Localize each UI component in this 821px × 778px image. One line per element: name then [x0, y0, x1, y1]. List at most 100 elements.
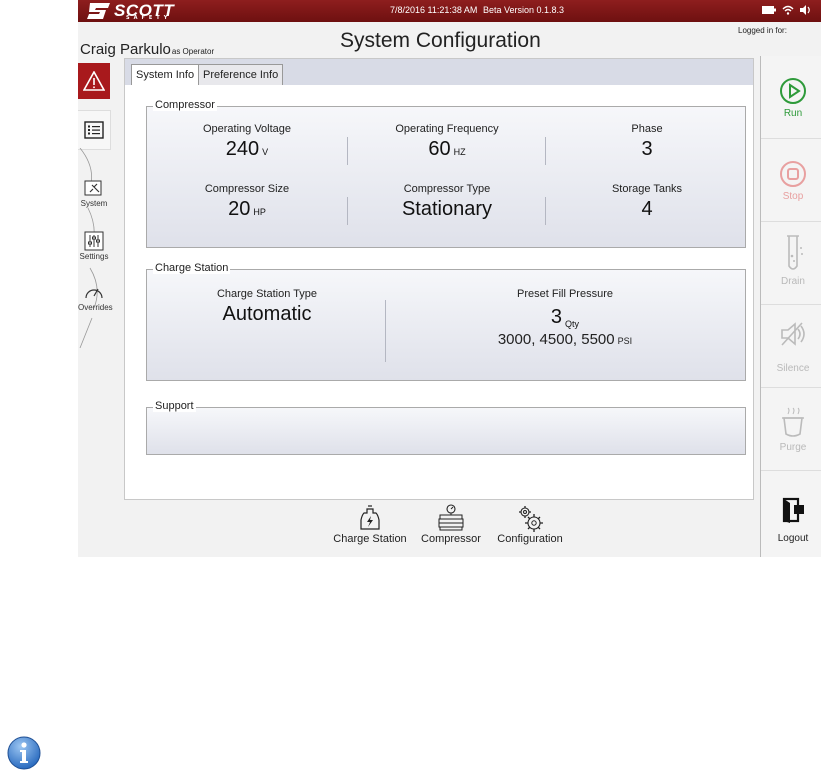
tab-system-info[interactable]: System Info: [131, 64, 200, 85]
speaker-icon: [800, 5, 810, 15]
charge-station-type-value: Automatic: [222, 303, 312, 325]
warning-icon: [83, 71, 105, 91]
operating-frequency-value-row: 60 HZ: [377, 138, 517, 161]
operating-voltage-value: 240: [225, 138, 260, 160]
logout-label: Logout: [777, 533, 809, 544]
support-group-title: Support: [153, 400, 196, 412]
run-label: Run: [783, 108, 803, 119]
stop-button[interactable]: Stop: [761, 139, 821, 222]
compressor-size-label: Compressor Size: [204, 183, 290, 195]
storage-tanks-label: Storage Tanks: [611, 183, 683, 195]
nav-item-label: Settings: [79, 252, 109, 261]
silence-button[interactable]: Silence: [761, 305, 821, 388]
system-status-icons: [762, 5, 812, 15]
bottom-nav-configuration[interactable]: Configuration: [490, 503, 570, 545]
operating-voltage-value-row: 240 V: [177, 138, 317, 161]
charge-station-type: Charge Station Type Automatic: [197, 288, 337, 326]
play-icon: [780, 78, 806, 104]
scott-safety-logo: SCOTT SAFETY: [86, 1, 174, 21]
bottom-nav-charge-station[interactable]: Charge Station: [330, 503, 410, 545]
alarm-button[interactable]: [78, 63, 110, 99]
compressor-icon: [438, 504, 464, 531]
purge-button[interactable]: Purge: [761, 388, 821, 471]
preset-values-row: 3000, 4500, 5500 PSI: [465, 331, 665, 348]
wifi-icon: [782, 5, 794, 15]
operating-frequency-unit: HZ: [453, 147, 466, 157]
preset-fill-pressure: Preset Fill Pressure 3 Qty 3000, 4500, 55…: [465, 288, 665, 348]
nav-item-system[interactable]: System: [78, 178, 110, 208]
gauge-icon: [85, 288, 103, 299]
preset-values: 3000, 4500, 5500: [497, 331, 615, 348]
test-tube-icon: [787, 235, 803, 270]
bottom-nav-label: Configuration: [497, 533, 563, 545]
compressor-size-value-row: 20 HP: [177, 198, 317, 221]
compressor-group: Compressor Operating Voltage 240 V Operat…: [146, 99, 746, 248]
logout-icon: [782, 497, 804, 523]
compressor-type: Compressor Type Stationary: [367, 183, 527, 221]
divider: [385, 300, 386, 362]
compressor-type-label: Compressor Type: [403, 183, 491, 195]
charge-station-icon: [360, 505, 380, 530]
operating-frequency-value: 60: [428, 138, 451, 160]
logged-in-label: Logged in for:: [738, 26, 787, 35]
version-text: Beta Version 0.1.8.3: [483, 5, 565, 15]
system-icon: [84, 180, 102, 196]
battery-icon: [762, 6, 776, 14]
content-panel: System Info Preference Info Compressor O…: [124, 58, 754, 500]
bottom-nav-label: Charge Station: [333, 533, 407, 545]
top-bar: SCOTT SAFETY 7/8/2016 11:21:38 AM Beta V…: [78, 0, 821, 22]
tab-preference-info[interactable]: Preference Info: [198, 64, 284, 85]
bottom-nav: Charge Station Compressor Configuration: [324, 503, 624, 555]
logout-button[interactable]: Logout: [761, 471, 821, 553]
operating-voltage-unit: V: [262, 147, 269, 157]
operating-voltage: Operating Voltage 240 V: [177, 123, 317, 161]
preset-qty-value: 3: [550, 306, 563, 328]
purge-label: Purge: [779, 442, 807, 453]
pot-icon: [782, 407, 804, 437]
run-button[interactable]: Run: [761, 56, 821, 139]
user-name: Craig Parkuloas Operator: [80, 41, 214, 58]
phase: Phase 3: [577, 123, 717, 161]
compressor-size: Compressor Size 20 HP: [177, 183, 317, 221]
preset-qty-unit: Qty: [565, 319, 580, 329]
brand-sub: SAFETY: [126, 15, 172, 21]
page-title: System Configuration: [340, 29, 541, 52]
nav-item-overrides[interactable]: Overrides: [78, 282, 113, 312]
right-action-bar: Run Stop Drain Silence Purge Logout: [760, 56, 821, 557]
nav-item-settings[interactable]: Settings: [78, 231, 110, 261]
nav-item-label: Overrides: [78, 303, 113, 312]
divider: [347, 137, 348, 165]
phase-value: 3: [641, 138, 653, 160]
compressor-group-title: Compressor: [153, 99, 217, 111]
storage-tanks: Storage Tanks 4: [577, 183, 717, 221]
compressor-size-value: 20: [228, 198, 251, 220]
user-role: as Operator: [171, 47, 215, 56]
speaker-mute-icon: [781, 322, 805, 346]
info-list-button[interactable]: [78, 110, 111, 150]
page-header: Craig Parkuloas Operator System Configur…: [78, 22, 821, 58]
operating-voltage-label: Operating Voltage: [202, 123, 292, 135]
silence-label: Silence: [776, 363, 810, 374]
charge-station-group-title: Charge Station: [153, 262, 231, 274]
compressor-type-value: Stationary: [401, 198, 493, 220]
tab-bar: System Info Preference Info: [125, 59, 753, 85]
support-group: Support: [146, 400, 746, 455]
phase-label: Phase: [631, 123, 663, 135]
stop-icon: [780, 161, 806, 187]
drain-button[interactable]: Drain: [761, 222, 821, 305]
preset-fill-pressure-label: Preset Fill Pressure: [517, 288, 613, 300]
charge-station-type-label: Charge Station Type: [216, 288, 318, 300]
divider: [347, 197, 348, 225]
preset-qty-row: 3 Qty: [465, 306, 665, 329]
datetime-text: 7/8/2016 11:21:38 AM: [390, 5, 478, 15]
divider: [545, 197, 546, 225]
info-icon: [7, 736, 41, 770]
nav-item-label: System: [80, 199, 108, 208]
preset-unit: PSI: [617, 336, 633, 346]
scott-logo-mark-icon: [87, 3, 110, 19]
operating-frequency-label: Operating Frequency: [395, 123, 499, 135]
drain-label: Drain: [781, 276, 805, 287]
charge-station-group: Charge Station Charge Station Type Autom…: [146, 262, 746, 381]
user-name-text: Craig Parkulo: [80, 41, 171, 58]
bottom-nav-compressor[interactable]: Compressor: [416, 503, 486, 545]
